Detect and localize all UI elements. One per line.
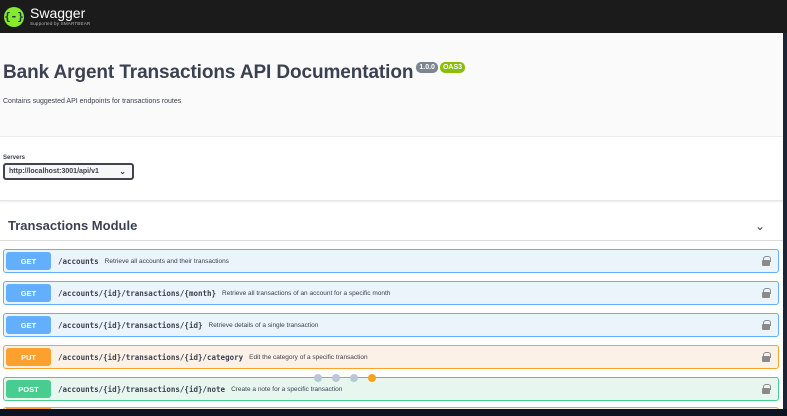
operation-row[interactable]: PUT /accounts/{id}/transactions/{id}/cat… [3, 345, 779, 369]
method-badge: POST [6, 380, 51, 398]
scrollbar[interactable] [783, 33, 787, 409]
loading-dot [368, 374, 376, 382]
api-description: Contains suggested API endpoints for tra… [3, 98, 182, 105]
method-badge: PUT [6, 348, 51, 366]
section-title: Transactions Module [8, 218, 138, 233]
method-badge: GET [6, 284, 51, 302]
method-badge: GET [6, 316, 51, 334]
server-select[interactable]: http://localhost:3001/api/v1 ⌄ [3, 163, 134, 180]
version-badge: 1.0.0 [416, 62, 438, 73]
logo-title: Swagger [30, 5, 86, 22]
collapse-chevron-icon[interactable]: ⌄ [755, 219, 765, 233]
operation-path: /accounts/{id}/transactions/{id}/categor… [58, 352, 244, 362]
page-title: Bank Argent Transactions API Documentati… [3, 62, 414, 83]
swagger-logo[interactable]: {-} Swagger Supported by SMARTBEAR [4, 6, 90, 27]
operation-summary: Retrieve details of a single transaction [208, 321, 319, 329]
logo-text: Swagger Supported by SMARTBEAR [30, 6, 90, 27]
loading-dot [332, 374, 340, 382]
operation-row[interactable]: GET /accounts/{id}/transactions/{month} … [3, 281, 779, 305]
lock-icon[interactable] [762, 256, 771, 266]
chevron-down-icon: ⌄ [119, 167, 126, 176]
lock-icon[interactable] [762, 320, 771, 330]
operation-path: /accounts [58, 256, 99, 266]
operation-row-partial[interactable] [3, 407, 779, 409]
operation-path: /accounts/{id}/transactions/{month} [58, 288, 217, 298]
operation-row[interactable]: POST /accounts/{id}/transactions/{id}/no… [3, 377, 779, 401]
operation-summary: Create a note for a specific transaction [231, 385, 343, 393]
operation-path: /accounts/{id}/transactions/{id}/note [58, 384, 226, 394]
loading-dot [350, 374, 358, 382]
operation-summary: Retrieve all accounts and their transact… [104, 257, 229, 265]
operation-summary: Edit the category of a specific transact… [249, 353, 368, 361]
server-select-value: http://localhost:3001/api/v1 [9, 168, 99, 175]
swagger-logo-icon: {-} [4, 6, 24, 27]
oas-badge: OAS3 [439, 62, 465, 73]
loading-dot [314, 374, 322, 382]
servers-section: Servers http://localhost:3001/api/v1 ⌄ [0, 137, 783, 201]
method-badge-partial [6, 408, 51, 409]
logo-subtitle: Supported by SMARTBEAR [30, 21, 91, 27]
loading-indicator [314, 374, 376, 382]
method-badge: GET [6, 252, 51, 270]
tag-section-header[interactable]: Transactions Module ⌄ [0, 201, 783, 241]
operation-row[interactable]: GET /accounts/{id}/transactions/{id} Ret… [3, 313, 779, 337]
operation-summary: Retrieve all transactions of an account … [222, 289, 391, 297]
servers-label: Servers [3, 155, 26, 161]
topbar: {-} Swagger Supported by SMARTBEAR [0, 0, 787, 33]
lock-icon[interactable] [762, 352, 771, 362]
title-row: Bank Argent Transactions API Documentati… [3, 62, 783, 84]
lock-icon[interactable] [762, 384, 771, 394]
operation-row[interactable]: GET /accounts Retrieve all accounts and … [3, 249, 779, 273]
api-info: Bank Argent Transactions API Documentati… [0, 33, 783, 137]
swagger-ui-page: Bank Argent Transactions API Documentati… [0, 33, 783, 409]
operation-path: /accounts/{id}/transactions/{id} [58, 320, 203, 330]
lock-icon[interactable] [762, 288, 771, 298]
